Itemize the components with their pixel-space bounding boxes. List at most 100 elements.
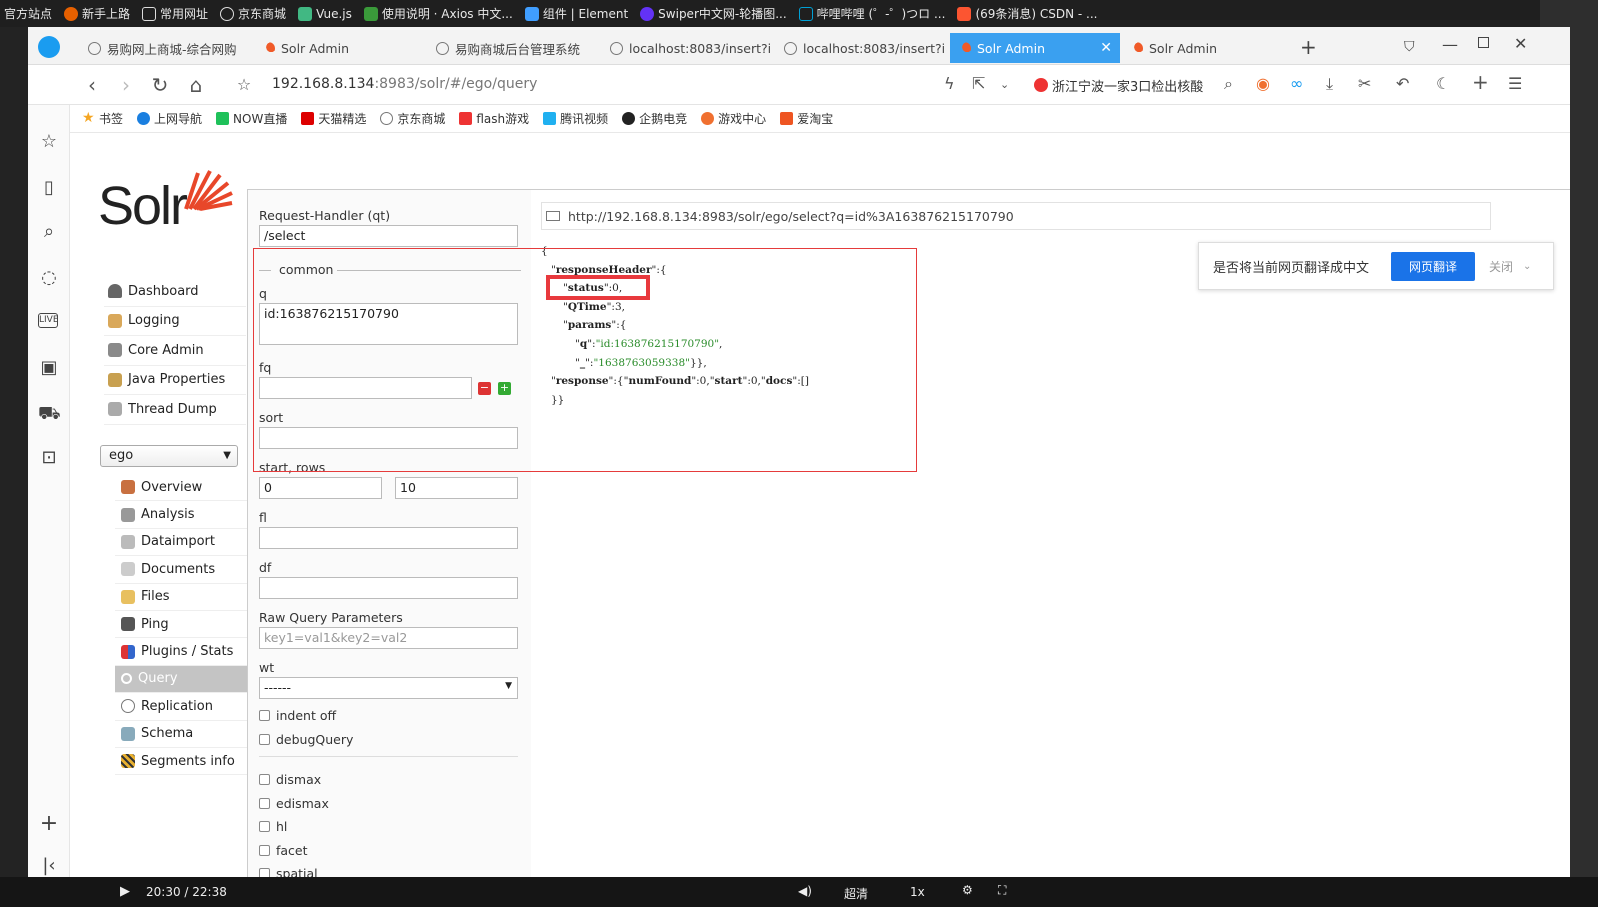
infinity-icon[interactable]: ∞: [1290, 74, 1303, 93]
tab[interactable]: Solr Admin: [254, 33, 426, 63]
lightning-icon[interactable]: ϟ: [944, 74, 955, 93]
core-nav-schema[interactable]: Schema: [115, 721, 247, 748]
close-window-icon[interactable]: ✕: [1514, 34, 1527, 53]
nav-logging[interactable]: Logging: [104, 307, 246, 336]
os-bookmark[interactable]: 京东商城: [220, 5, 286, 22]
tab[interactable]: 易购商城后台管理系统: [428, 33, 600, 63]
search-icon[interactable]: ⌕: [1224, 74, 1233, 94]
indent-checkbox[interactable]: indent off: [259, 708, 336, 723]
fullscreen-icon[interactable]: ⛶: [998, 883, 1006, 898]
core-nav-documents[interactable]: Documents: [115, 556, 247, 584]
hl-checkbox[interactable]: hl: [259, 819, 287, 834]
shirt-icon[interactable]: ⛉: [1404, 39, 1415, 55]
chat-icon[interactable]: ◌: [38, 267, 60, 288]
bookmark[interactable]: 上网导航: [137, 110, 202, 127]
bookmark[interactable]: 游戏中心: [701, 110, 766, 127]
rows-input[interactable]: 10: [395, 477, 518, 499]
speed-button[interactable]: 1x: [910, 885, 925, 899]
bookmark[interactable]: 企鹅电竞: [622, 110, 687, 127]
forward-icon[interactable]: ›: [114, 73, 138, 97]
tab[interactable]: localhost:8083/insert?i: [776, 33, 948, 63]
tab-active[interactable]: Solr Admin ✕: [950, 33, 1120, 63]
search-input[interactable]: 浙江宁波一家3口检出核酸: [1034, 73, 1239, 97]
undo-icon[interactable]: ↶: [1396, 74, 1409, 93]
core-nav-segments[interactable]: Segments info: [115, 748, 247, 776]
core-nav-analysis[interactable]: Analysis: [115, 501, 247, 529]
bookmark[interactable]: flash游戏: [459, 110, 529, 127]
bookmark[interactable]: 爱淘宝: [780, 110, 833, 127]
new-tab-icon[interactable]: +: [1300, 35, 1317, 59]
core-nav-plugins[interactable]: Plugins / Stats: [115, 638, 247, 666]
os-bookmark[interactable]: Vue.js: [298, 6, 352, 21]
close-icon[interactable]: ✕: [1100, 40, 1112, 56]
core-selector[interactable]: ego ▼: [100, 445, 238, 467]
nav-core-admin[interactable]: Core Admin: [104, 336, 246, 366]
core-nav-ping[interactable]: Ping: [115, 611, 247, 639]
favorites-icon[interactable]: ☆: [38, 131, 60, 152]
result-url-link[interactable]: http://192.168.8.134:8983/solr/ego/selec…: [541, 202, 1491, 230]
collapse-icon[interactable]: |‹: [38, 855, 60, 876]
core-nav-files[interactable]: Files: [115, 584, 247, 611]
os-bookmark[interactable]: 常用网址: [142, 5, 208, 22]
minimize-icon[interactable]: —: [1442, 35, 1458, 54]
bookmark[interactable]: ★ 书签: [82, 110, 123, 127]
bookmark[interactable]: NOW直播: [216, 110, 287, 127]
debugquery-checkbox[interactable]: debugQuery: [259, 732, 353, 747]
os-bookmark[interactable]: 官方站点: [4, 5, 52, 22]
os-bookmark[interactable]: (69条消息) CSDN - ...: [957, 5, 1098, 22]
tab[interactable]: Solr Admin: [1122, 33, 1294, 63]
scissors-icon[interactable]: ✂: [1358, 74, 1371, 93]
chevron-down-icon[interactable]: ⌄: [1523, 261, 1531, 272]
facet-checkbox[interactable]: facet: [259, 843, 308, 858]
core-nav-dataimport[interactable]: Dataimport: [115, 529, 247, 557]
bookmark[interactable]: 京东商城: [380, 110, 445, 127]
add-icon[interactable]: +: [38, 811, 60, 836]
core-nav-query[interactable]: Query: [115, 665, 247, 694]
browser-logo-icon[interactable]: [38, 36, 60, 58]
game-icon[interactable]: ◉: [1256, 74, 1270, 93]
bookmark[interactable]: 腾讯视频: [543, 110, 608, 127]
moon-icon[interactable]: ☾: [1436, 74, 1450, 93]
plus-icon[interactable]: +: [1472, 70, 1489, 94]
translate-button[interactable]: 网页翻译: [1391, 251, 1476, 281]
spatial-checkbox[interactable]: spatial: [259, 866, 318, 877]
fl-input[interactable]: [259, 527, 518, 549]
quality-button[interactable]: 超清: [844, 885, 868, 902]
share-icon[interactable]: ⇱: [972, 74, 985, 93]
os-bookmark[interactable]: 组件 | Element: [524, 5, 628, 22]
cart-icon[interactable]: ⛟: [38, 403, 61, 427]
nav-thread-dump[interactable]: Thread Dump: [104, 395, 246, 425]
reader-icon[interactable]: ▯: [38, 177, 60, 198]
raw-params-input[interactable]: key1=val1&key2=val2: [259, 627, 518, 649]
bookmark[interactable]: 天猫精选: [301, 110, 366, 127]
volume-icon[interactable]: ◀): [798, 884, 812, 898]
settings-icon[interactable]: ⚙: [962, 883, 973, 897]
edismax-checkbox[interactable]: edismax: [259, 796, 329, 811]
tab[interactable]: localhost:8083/insert?i: [602, 33, 774, 63]
maximize-icon[interactable]: [1478, 37, 1489, 48]
os-bookmark[interactable]: 使用说明 · Axios 中文...: [363, 5, 513, 22]
refresh-icon[interactable]: ↻: [148, 73, 172, 97]
nav-dashboard[interactable]: Dashboard: [104, 277, 246, 307]
os-bookmark[interactable]: 哔哩哔哩 (゜-゜)つロ ...: [798, 5, 945, 22]
start-input[interactable]: 0: [259, 477, 382, 499]
translate-icon[interactable]: ⊡: [38, 447, 60, 468]
wt-select[interactable]: ------ ▼: [259, 677, 518, 699]
os-bookmark[interactable]: Swiper中文网-轮播图...: [640, 5, 787, 22]
core-nav-replication[interactable]: Replication: [115, 693, 247, 721]
request-handler-input[interactable]: /select: [259, 225, 518, 247]
translate-close-button[interactable]: 关闭: [1489, 258, 1513, 275]
home-icon[interactable]: ⌂: [184, 73, 208, 97]
menu-icon[interactable]: ☰: [1508, 74, 1522, 93]
nav-java-properties[interactable]: Java Properties: [104, 366, 246, 395]
tab[interactable]: 易购网上商城-综合网购: [80, 33, 252, 63]
live-icon[interactable]: LIVE: [38, 313, 59, 328]
dismax-checkbox[interactable]: dismax: [259, 772, 321, 787]
os-bookmark[interactable]: 新手上路: [64, 5, 130, 22]
search-icon[interactable]: ⌕: [38, 221, 60, 242]
df-input[interactable]: [259, 577, 518, 599]
briefcase-icon[interactable]: ▣: [38, 357, 60, 378]
core-nav-overview[interactable]: Overview: [115, 474, 247, 502]
star-icon[interactable]: ☆: [232, 73, 256, 97]
back-icon[interactable]: ‹: [80, 73, 104, 97]
